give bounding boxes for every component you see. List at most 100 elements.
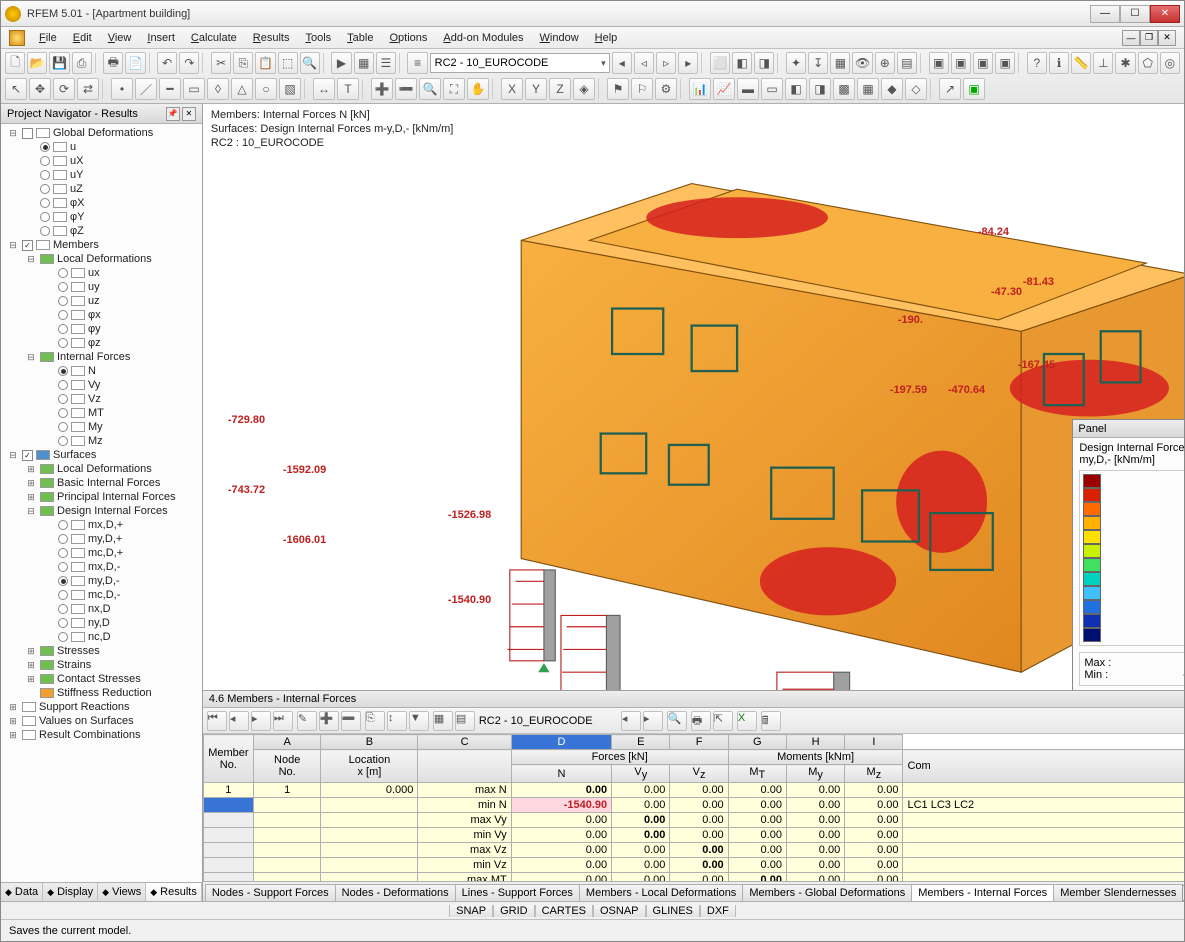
menu-calculate[interactable]: Calculate — [183, 29, 245, 47]
table-cell[interactable] — [203, 843, 253, 858]
result8-icon[interactable]: ▦ — [857, 78, 879, 100]
tree-item[interactable]: ⊞Local Deformations — [1, 462, 202, 476]
save-icon[interactable]: 💾 — [49, 52, 69, 74]
result6-icon[interactable]: ◨ — [809, 78, 831, 100]
tree-radio[interactable] — [40, 142, 50, 152]
table-cell[interactable]: C — [418, 735, 511, 750]
tree-item[interactable]: φx — [1, 308, 202, 322]
snap-icon[interactable]: ⊕ — [875, 52, 895, 74]
table-cell[interactable]: 1 — [203, 783, 253, 798]
tree-radio[interactable] — [58, 548, 68, 558]
wireframe-icon[interactable]: ⬜ — [710, 52, 730, 74]
tree-radio[interactable] — [58, 296, 68, 306]
table-tab[interactable]: Members - Global Deformations — [742, 884, 912, 901]
table-cell[interactable] — [203, 858, 253, 873]
tree-item[interactable]: ⊞Stresses — [1, 644, 202, 658]
table-cell[interactable]: MemberNo. — [203, 735, 253, 783]
table-copy-icon[interactable]: ⎘ — [365, 711, 385, 731]
arrow-icon[interactable]: ↗ — [939, 78, 961, 100]
table-del-icon[interactable]: ➖ — [341, 711, 361, 731]
table-cell[interactable]: Locationx [m] — [321, 750, 418, 783]
node-icon[interactable]: • — [111, 78, 133, 100]
table-cell[interactable]: 0.00 — [612, 813, 670, 828]
tree-checkbox[interactable]: ✓ — [22, 450, 33, 461]
table-tab[interactable]: Nodes - Deformations — [335, 884, 456, 901]
table-calc-icon[interactable]: 🖩 — [761, 711, 781, 731]
tree-item[interactable]: ⊞Support Reactions — [1, 700, 202, 714]
table-cell[interactable]: 0.00 — [670, 813, 728, 828]
navigator-close-icon[interactable]: ✕ — [182, 107, 196, 121]
table-cell[interactable]: 0.00 — [511, 843, 611, 858]
tree-item[interactable]: uX — [1, 154, 202, 168]
tree-radio[interactable] — [40, 198, 50, 208]
table-nav-next-icon[interactable]: ▸ — [643, 711, 663, 731]
tables-icon[interactable]: ▦ — [354, 52, 374, 74]
table-cell[interactable]: 0.00 — [786, 858, 844, 873]
table-cell[interactable] — [418, 750, 511, 783]
table-cell[interactable]: G — [728, 735, 786, 750]
tree-item[interactable]: nx,D — [1, 602, 202, 616]
table-edit-icon[interactable]: ✎ — [297, 711, 317, 731]
tree-radio[interactable] — [40, 156, 50, 166]
module4-icon[interactable]: ▣ — [995, 52, 1015, 74]
table-cell[interactable]: 0.00 — [670, 858, 728, 873]
tree-radio[interactable] — [58, 310, 68, 320]
table-find-icon[interactable]: 🔍 — [667, 711, 687, 731]
tree-radio[interactable] — [58, 520, 68, 530]
tree-item[interactable]: uy — [1, 280, 202, 294]
table-cell[interactable] — [903, 843, 1184, 858]
table-tab[interactable]: Members - Local Deformations — [579, 884, 743, 901]
result3-icon[interactable]: ▬ — [737, 78, 759, 100]
navigator-icon[interactable]: ☰ — [376, 52, 396, 74]
print-icon[interactable]: 🖶 — [103, 52, 123, 74]
table-cell[interactable] — [253, 813, 321, 828]
table-cell[interactable]: 0.00 — [786, 843, 844, 858]
table-cell[interactable]: 0.00 — [670, 828, 728, 843]
table-cell[interactable] — [203, 828, 253, 843]
tree-radio[interactable] — [58, 366, 68, 376]
table-cell[interactable]: max MT — [418, 873, 511, 881]
line-icon[interactable]: ／ — [135, 78, 157, 100]
tree-item[interactable]: φY — [1, 210, 202, 224]
sphere-icon[interactable]: ◎ — [1160, 52, 1180, 74]
viewport-3d[interactable]: Members: Internal Forces N [kN] Surfaces… — [203, 104, 1184, 691]
table-tab[interactable]: Members - Internal Forces — [911, 884, 1054, 901]
table-cell[interactable]: A — [253, 735, 321, 750]
table-cell[interactable] — [321, 843, 418, 858]
table-export-icon[interactable]: ⇱ — [713, 711, 733, 731]
table-last-icon[interactable]: ⏭ — [273, 711, 293, 731]
view-y-icon[interactable]: Y — [525, 78, 547, 100]
nav-prev-icon[interactable]: ◃ — [634, 52, 654, 74]
table-cell[interactable]: 0.00 — [612, 828, 670, 843]
table-cell[interactable]: 0.00 — [786, 828, 844, 843]
select-icon[interactable]: ⬚ — [278, 52, 298, 74]
tree-item[interactable]: ⊟Local Deformations — [1, 252, 202, 266]
table-cell[interactable]: D — [511, 735, 611, 750]
table-cell[interactable]: 0.000 — [321, 783, 418, 798]
status-mode-cartes[interactable]: CARTES — [535, 905, 593, 917]
status-mode-glines[interactable]: GLINES — [646, 905, 700, 917]
menu-insert[interactable]: Insert — [139, 29, 183, 47]
table-cell[interactable]: E — [612, 735, 670, 750]
menu-results[interactable]: Results — [245, 29, 298, 47]
titlebar[interactable]: RFEM 5.01 - [Apartment building] — ☐ ✕ — [1, 1, 1184, 27]
table-cell[interactable]: max Vy — [418, 813, 511, 828]
tree-item[interactable]: ⊟✓Surfaces — [1, 448, 202, 462]
menu-file[interactable]: File — [31, 29, 65, 47]
tree-item[interactable]: mc,D,- — [1, 588, 202, 602]
result1-icon[interactable]: 📊 — [689, 78, 711, 100]
mdi-close-button[interactable]: ✕ — [1158, 30, 1176, 46]
nav-next-icon[interactable]: ▹ — [656, 52, 676, 74]
table-cell[interactable]: min Vy — [418, 828, 511, 843]
tree-radio[interactable] — [58, 534, 68, 544]
table-cell[interactable]: 0.00 — [845, 873, 903, 881]
table-cell[interactable]: 0.00 — [511, 873, 611, 881]
table-cell[interactable] — [253, 873, 321, 881]
table-cell[interactable]: 0.00 — [786, 813, 844, 828]
zoom-in-icon[interactable]: ➕ — [371, 78, 393, 100]
close-button[interactable]: ✕ — [1150, 5, 1180, 23]
tree-radio[interactable] — [58, 282, 68, 292]
table-cell[interactable]: 0.00 — [612, 798, 670, 813]
tree-item[interactable]: uz — [1, 294, 202, 308]
result9-icon[interactable]: ◆ — [881, 78, 903, 100]
